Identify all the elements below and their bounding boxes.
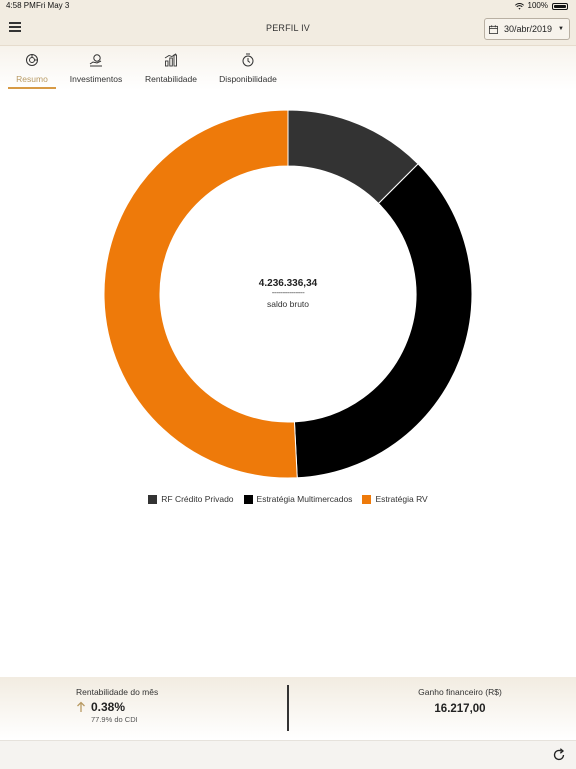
chevron-down-icon: ▼ bbox=[558, 26, 564, 32]
arrow-up-icon bbox=[77, 701, 85, 712]
legend-swatch bbox=[362, 494, 372, 504]
bar-chart-icon bbox=[164, 53, 177, 67]
cdi-text: 77.9% do CDI bbox=[91, 715, 138, 724]
legend-item-multimercados: Estratégia Multimercados bbox=[243, 494, 353, 504]
ganho-title: Ganho financeiro (R$) bbox=[418, 687, 502, 697]
legend-label: RF Crédito Privado bbox=[161, 494, 234, 504]
tab-investimentos-label: Investimentos bbox=[69, 74, 123, 84]
tab-investimentos[interactable]: Investimentos bbox=[66, 46, 126, 88]
chart-legend: RF Crédito Privado Estratégia Multimerca… bbox=[0, 494, 576, 504]
battery-percent: 100% bbox=[527, 1, 548, 10]
rentabilidade-value: 0.38% bbox=[91, 700, 126, 714]
status-date: Fri May 3 bbox=[36, 1, 70, 10]
investments-icon bbox=[89, 54, 102, 67]
summary-icon bbox=[26, 54, 38, 66]
availability-icon bbox=[242, 53, 254, 67]
legend-item-credito-privado: RF Crédito Privado bbox=[148, 494, 234, 504]
saldo-bruto-label: saldo bruto bbox=[266, 299, 310, 309]
center-separator: --------------- bbox=[271, 288, 305, 297]
rentabilidade-title: Rentabilidade do mês bbox=[76, 687, 159, 697]
calendar-icon bbox=[489, 24, 498, 34]
status-bar: 4:58 PM Fri May 3 100% bbox=[0, 0, 576, 12]
legend-label: Estratégia RV bbox=[375, 494, 428, 504]
donut-slice-1[interactable] bbox=[293, 163, 473, 479]
legend-label: Estratégia Multimercados bbox=[256, 494, 353, 504]
date-select[interactable]: 30/abr/2019 ▼ bbox=[484, 18, 570, 40]
legend-swatch bbox=[148, 494, 158, 504]
rentabilidade-block: Rentabilidade do mês 0.38% 77.9% do CDI bbox=[76, 687, 158, 724]
donut-center: 4.236.336,34 --------------- saldo bruto bbox=[188, 278, 388, 309]
legend-swatch bbox=[243, 494, 253, 504]
navbar: PERFIL IV 30/abr/2019 ▼ bbox=[0, 12, 576, 46]
bottom-bar bbox=[0, 740, 576, 769]
refresh-icon[interactable] bbox=[552, 748, 566, 762]
tab-resumo[interactable]: Resumo bbox=[8, 46, 56, 89]
tab-disponibilidade[interactable]: Disponibilidade bbox=[216, 46, 280, 88]
ganho-block: Ganho financeiro (R$) 16.217,00 bbox=[380, 687, 540, 715]
tab-disponibilidade-label: Disponibilidade bbox=[219, 74, 277, 84]
rentabilidade-row: 0.38% bbox=[76, 700, 158, 714]
tab-bar: Resumo Investimentos Rentabilidade Dispo… bbox=[0, 46, 576, 90]
status-right: 100% bbox=[514, 0, 568, 12]
tab-rentabilidade[interactable]: Rentabilidade bbox=[142, 46, 200, 88]
ganho-value: 16.217,00 bbox=[434, 703, 486, 715]
tab-resumo-label: Resumo bbox=[16, 74, 48, 84]
battery-icon bbox=[552, 2, 568, 10]
legend-item-rv: Estratégia RV bbox=[362, 494, 428, 504]
wifi-icon bbox=[514, 2, 524, 10]
summary-footer: Rentabilidade do mês 0.38% 77.9% do CDI … bbox=[0, 677, 576, 739]
tab-rentabilidade-label: Rentabilidade bbox=[145, 74, 197, 84]
footer-divider bbox=[287, 685, 289, 731]
date-select-value: 30/abr/2019 bbox=[504, 24, 553, 34]
status-time: 4:58 PM bbox=[6, 1, 36, 10]
